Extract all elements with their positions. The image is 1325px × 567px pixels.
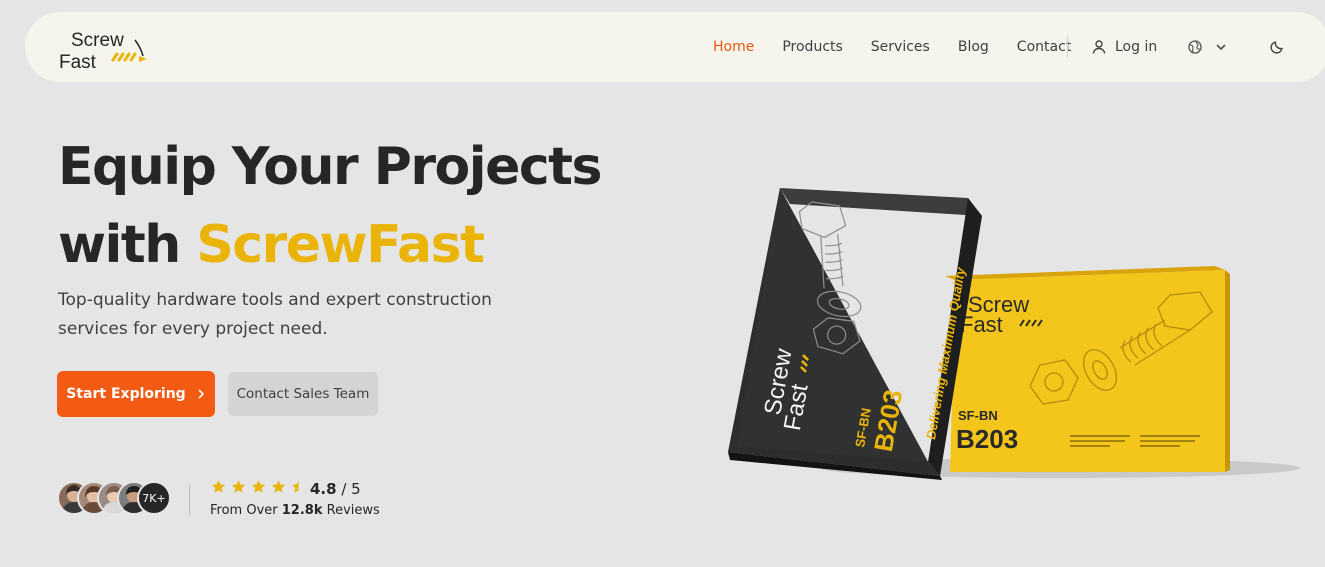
nav-services[interactable]: Services [871, 39, 930, 55]
reviews-number: 12.8k [281, 503, 323, 518]
contact-sales-button[interactable]: Contact Sales Team [228, 372, 378, 416]
hero-title-brand: ScrewFast [196, 215, 485, 275]
nav-blog[interactable]: Blog [958, 39, 989, 55]
reviews-suffix: Reviews [322, 503, 380, 518]
hero-title-prefix: with [58, 215, 197, 275]
navbar: Screw Fast Home Products Services Blog C… [25, 12, 1325, 82]
login-button[interactable]: Log in [1091, 12, 1157, 82]
screwfast-logo[interactable]: Screw Fast [57, 26, 157, 70]
primary-nav: Home Products Services Blog Contact [713, 12, 1099, 82]
product-boxes-illustration: Screw Fast SF-BN B203 Screw Fast SF-BN B… [728, 188, 1300, 480]
globe-icon [1188, 40, 1202, 54]
rating-value: 4.8 [310, 480, 337, 498]
language-picker[interactable] [1187, 12, 1227, 82]
moon-icon [1270, 41, 1283, 54]
nav-divider [1067, 36, 1068, 58]
login-label: Log in [1115, 39, 1158, 55]
rating-max: / 5 [341, 480, 361, 498]
logo-text-fast: Fast [59, 52, 97, 70]
avatar-count-badge: 7K+ [137, 481, 171, 515]
rating-score: 4.8 / 5 [310, 480, 361, 498]
dark-product-box: Screw Fast SF-BN B203 Delivering Maximum… [728, 188, 982, 480]
start-exploring-label: Start Exploring [66, 386, 186, 402]
hero-title: Equip Your Projects with ScrewFast [58, 128, 603, 284]
yellow-box-code: B203 [956, 424, 1018, 454]
hero-title-line1: Equip Your Projects [58, 137, 603, 197]
star-icon [271, 480, 286, 493]
yellow-box-code-prefix: SF-BN [958, 408, 998, 423]
star-rating [210, 479, 307, 495]
star-icon [251, 480, 266, 493]
reviews-prefix: From Over [210, 503, 282, 518]
social-proof-divider [189, 484, 190, 516]
hero-subtitle: Top-quality hardware tools and expert co… [58, 290, 492, 339]
theme-toggle[interactable] [1269, 12, 1285, 82]
user-icon [1092, 40, 1106, 54]
half-star-icon [291, 480, 306, 493]
chevron-down-icon [1216, 44, 1226, 50]
nav-contact[interactable]: Contact [1017, 39, 1071, 55]
star-icon [211, 480, 226, 493]
yellow-product-box: Screw Fast SF-BN B203 [945, 266, 1230, 472]
contact-sales-label: Contact Sales Team [236, 386, 370, 402]
yellow-box-logo-fast: Fast [960, 312, 1003, 337]
star-icon [231, 480, 246, 493]
logo-stripes-icon [111, 52, 137, 62]
chevron-right-icon [198, 389, 204, 399]
nav-products[interactable]: Products [782, 39, 842, 55]
logo-text-screw: Screw [71, 30, 124, 51]
start-exploring-button[interactable]: Start Exploring [57, 371, 215, 417]
reviews-count: From Over 12.8k Reviews [210, 503, 380, 518]
nav-home[interactable]: Home [713, 39, 754, 55]
